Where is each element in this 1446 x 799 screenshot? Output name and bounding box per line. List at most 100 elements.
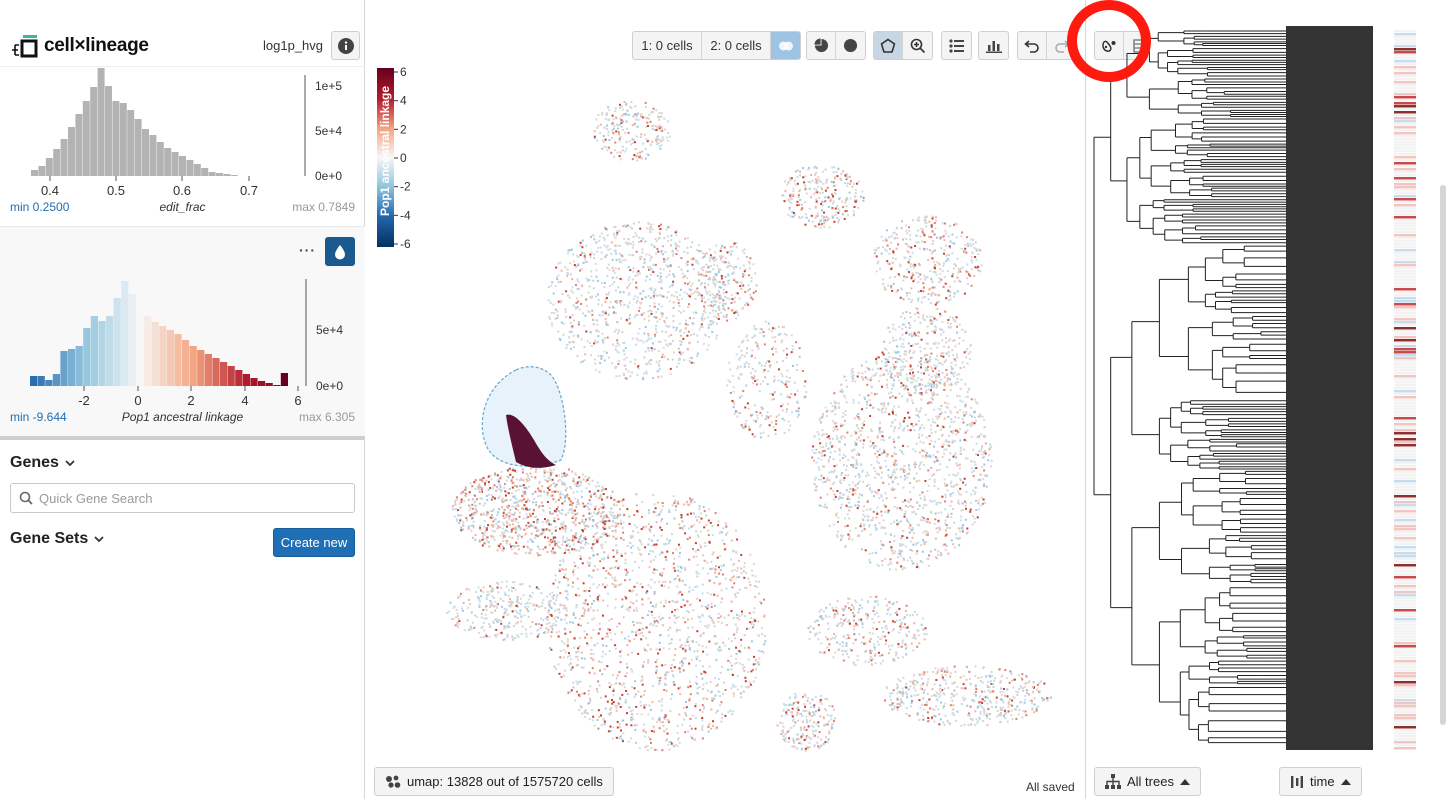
tree-leaves-block — [1286, 26, 1373, 750]
zoom-button[interactable] — [903, 32, 932, 59]
legend-tick-label: 6 — [400, 66, 407, 79]
histogram-bar — [144, 316, 152, 386]
histogram-bar — [204, 354, 212, 386]
scatter-icon — [386, 775, 401, 788]
histogram-bar — [193, 164, 201, 176]
histogram-bar — [136, 312, 144, 386]
dendrogram[interactable] — [1086, 0, 1446, 799]
histogram-bar — [265, 383, 273, 386]
chevron-down-icon — [94, 536, 104, 543]
x-tick-label: 0.6 — [173, 183, 191, 198]
histogram-bar — [75, 114, 83, 176]
histogram-edit-frac[interactable]: 0.4 0.5 0.6 0.7 1e+5 5e+4 0e+0 min 0.2500 edit… — [0, 66, 365, 218]
trees-selector[interactable]: All trees — [1094, 767, 1201, 796]
histogram-bar — [223, 174, 231, 176]
x-tick-label: 0.7 — [240, 183, 258, 198]
histogram-bar — [60, 351, 68, 386]
histogram-bar — [121, 281, 129, 386]
histogram-bar — [30, 376, 38, 386]
color-legend: Pop1 ancestral linkage 6 4 2 0 -2 -4 -6 — [377, 66, 411, 251]
bar-chart-button[interactable] — [979, 32, 1008, 59]
gene-search-input[interactable] — [39, 490, 339, 506]
cellset-1-button[interactable]: 1: 0 cells — [633, 32, 702, 59]
legend-tick-label: -2 — [400, 180, 411, 194]
y-tick-label: 5e+4 — [316, 323, 343, 337]
time-label: time — [1310, 774, 1335, 789]
create-gene-set-button[interactable]: Create new — [273, 528, 355, 557]
embedding-label: umap: 13828 out of 1575720 cells — [407, 774, 603, 789]
lineage-tree-panel[interactable]: All trees time — [1085, 0, 1446, 799]
undo-redo-toolbar — [1017, 31, 1077, 60]
color-by-button[interactable] — [325, 237, 355, 266]
histogram-bar — [106, 316, 114, 386]
info-button[interactable] — [331, 31, 360, 60]
app-title: cell×lineage — [44, 35, 149, 56]
pie-chart-icon — [813, 38, 828, 53]
histogram-bar — [142, 129, 149, 176]
histogram-bar — [134, 119, 142, 176]
histogram-bar — [52, 374, 60, 386]
histogram-edit-frac-chart: 0.4 0.5 0.6 0.7 1e+5 5e+4 0e+0 — [31, 68, 342, 198]
caret-up-icon — [1340, 778, 1351, 785]
legend-tick-label: -6 — [400, 237, 411, 251]
histogram-bar — [174, 334, 182, 386]
more-options-button[interactable]: ··· — [299, 242, 316, 258]
histogram-bar — [280, 373, 288, 386]
histogram-bar — [212, 358, 220, 386]
app-root: cell×lineage log1p_hvg 0.4 0.5 0.6 0.7 1e+5 5… — [0, 0, 1446, 799]
histogram-bar — [242, 374, 250, 386]
histogram-bar — [208, 172, 216, 176]
pie-chart-button[interactable] — [807, 32, 836, 59]
embedding-selector[interactable]: umap: 13828 out of 1575720 cells — [374, 767, 614, 796]
embedding-view[interactable]: 1: 0 cells 2: 0 cells Pop1 ancestral lin… — [366, 0, 1084, 799]
lasso-button[interactable] — [874, 32, 903, 59]
list-toolbar — [941, 31, 972, 60]
venn-button[interactable] — [771, 32, 800, 59]
histogram-bar — [45, 158, 53, 176]
histogram-bar — [220, 362, 228, 386]
bar-chart-icon — [985, 40, 1002, 53]
histogram-bar — [68, 349, 76, 386]
histogram-bar — [37, 376, 45, 386]
lasso-icon — [880, 38, 896, 53]
histogram-bar — [119, 103, 127, 176]
histogram-bar — [98, 321, 106, 386]
time-heatmap-strip — [1394, 30, 1416, 750]
legend-tick-label: -4 — [400, 208, 411, 222]
redo-button[interactable] — [1047, 32, 1076, 59]
histogram-bar — [182, 340, 190, 386]
y-tick-label: 0e+0 — [316, 379, 343, 393]
undo-icon — [1024, 39, 1039, 53]
gene-sets-title: Gene Sets — [10, 530, 89, 547]
hierarchy-icon — [1105, 774, 1121, 789]
genes-header[interactable]: Genes — [10, 454, 76, 472]
venn-icon — [778, 41, 793, 50]
histogram-bar — [105, 86, 112, 176]
gene-sets-header[interactable]: Gene Sets — [10, 530, 105, 548]
categorical-toolbar — [806, 31, 866, 60]
histogram-bar — [216, 173, 223, 176]
gene-search[interactable] — [10, 483, 355, 513]
histogram-bar — [151, 322, 159, 386]
histogram-bar — [83, 328, 91, 386]
layer-label[interactable]: log1p_hvg — [263, 38, 323, 53]
histogram-bar — [235, 370, 243, 386]
histogram-bar — [127, 110, 135, 176]
histogram-bar — [68, 127, 75, 176]
umap-scatterplot[interactable] — [366, 0, 1084, 799]
cellset-2-button[interactable]: 2: 0 cells — [702, 32, 771, 59]
redo-icon — [1054, 39, 1070, 53]
dot-button[interactable] — [836, 32, 865, 59]
x-tick-label: 4 — [241, 393, 248, 408]
histogram-bar — [164, 148, 172, 176]
selection-toolbar — [873, 31, 933, 60]
histogram-bar — [179, 156, 186, 176]
undo-button[interactable] — [1018, 32, 1047, 59]
circle-icon — [843, 38, 858, 53]
time-selector[interactable]: time — [1279, 767, 1362, 796]
scrollbar-thumb — [1440, 185, 1446, 725]
list-button[interactable] — [942, 32, 971, 59]
x-tick-label: 2 — [187, 393, 194, 408]
histogram-bar — [258, 381, 266, 386]
histogram-pop1-linkage[interactable]: -2 0 2 4 6 5e+4 0e+0 ··· min -9.644 Pop1 ances… — [0, 226, 365, 436]
